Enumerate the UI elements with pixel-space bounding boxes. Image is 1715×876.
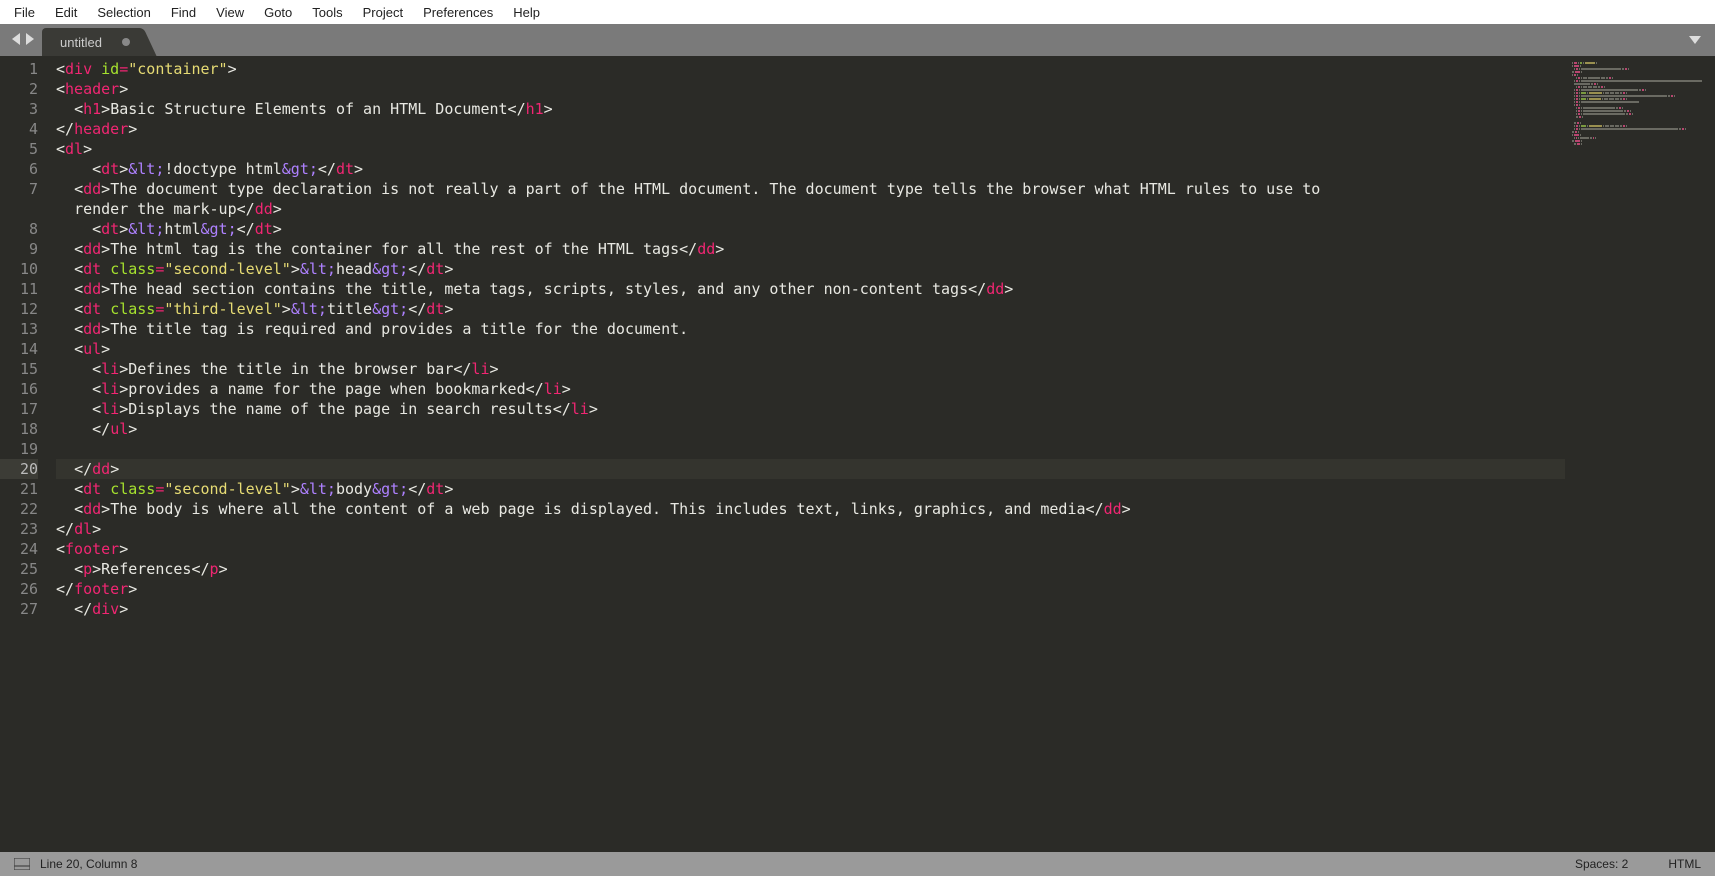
code-line[interactable]: </dd> (56, 459, 1565, 479)
line-number: 9 (0, 239, 38, 259)
code-line[interactable]: <dd>The title tag is required and provid… (56, 319, 1565, 339)
minimap-content (1571, 62, 1709, 146)
menu-project[interactable]: Project (353, 2, 413, 23)
code-line[interactable]: </dl> (56, 519, 1565, 539)
menu-help[interactable]: Help (503, 2, 550, 23)
line-number: 2 (0, 79, 38, 99)
code-line[interactable]: <header> (56, 79, 1565, 99)
code-line[interactable]: </header> (56, 119, 1565, 139)
tab-next-icon[interactable] (24, 33, 34, 48)
line-number: 18 (0, 419, 38, 439)
code-line[interactable]: </ul> (56, 419, 1565, 439)
line-number: 7 (0, 179, 38, 199)
menu-view[interactable]: View (206, 2, 254, 23)
code-line[interactable]: <li>provides a name for the page when bo… (56, 379, 1565, 399)
line-number: 23 (0, 519, 38, 539)
code-line[interactable] (56, 439, 1565, 459)
menu-goto[interactable]: Goto (254, 2, 302, 23)
minimap[interactable] (1565, 56, 1715, 852)
code-line[interactable]: <dt class="third-level">&lt;title&gt;</d… (56, 299, 1565, 319)
tab-title: untitled (60, 35, 102, 50)
line-number: 12 (0, 299, 38, 319)
code-line[interactable]: <dd>The head section contains the title,… (56, 279, 1565, 299)
code-line[interactable]: <dt>&lt;html&gt;</dt> (56, 219, 1565, 239)
code-line[interactable]: </div> (56, 599, 1565, 619)
code-line[interactable]: <dt>&lt;!doctype html&gt;</dt> (56, 159, 1565, 179)
line-number: 17 (0, 399, 38, 419)
line-number: 25 (0, 559, 38, 579)
line-number: 11 (0, 279, 38, 299)
tab-strip: untitled (0, 24, 1715, 56)
statusbar-panel-icon[interactable] (14, 858, 30, 870)
code-line[interactable]: render the mark-up</dd> (56, 199, 1565, 219)
menu-edit[interactable]: Edit (45, 2, 87, 23)
statusbar-syntax[interactable]: HTML (1668, 857, 1701, 871)
line-number: 19 (0, 439, 38, 459)
line-number: 3 (0, 99, 38, 119)
tab-dirty-indicator-icon (122, 38, 130, 46)
line-number: 10 (0, 259, 38, 279)
line-number: 5 (0, 139, 38, 159)
statusbar: Line 20, Column 8 Spaces: 2 HTML (0, 852, 1715, 876)
menu-preferences[interactable]: Preferences (413, 2, 503, 23)
code-line[interactable]: <p>References</p> (56, 559, 1565, 579)
code-line[interactable]: <dt class="second-level">&lt;body&gt;</d… (56, 479, 1565, 499)
line-number: 8 (0, 219, 38, 239)
code-line[interactable]: <dd>The document type declaration is not… (56, 179, 1565, 199)
code-line[interactable]: <div id="container"> (56, 59, 1565, 79)
line-number: 26 (0, 579, 38, 599)
menu-selection[interactable]: Selection (87, 2, 160, 23)
code-line[interactable]: <li>Displays the name of the page in sea… (56, 399, 1565, 419)
line-number: 22 (0, 499, 38, 519)
code-line[interactable]: <dl> (56, 139, 1565, 159)
line-number: 1 (0, 59, 38, 79)
menu-find[interactable]: Find (161, 2, 206, 23)
editor: 1234567891011121314151617181920212223242… (0, 56, 1715, 852)
menu-file[interactable]: File (4, 2, 45, 23)
tab-nav-arrows (0, 24, 42, 56)
code-area[interactable]: <div id="container"><header> <h1>Basic S… (48, 56, 1565, 852)
code-line[interactable]: <footer> (56, 539, 1565, 559)
code-line[interactable]: <h1>Basic Structure Elements of an HTML … (56, 99, 1565, 119)
line-number (0, 199, 38, 219)
line-number: 16 (0, 379, 38, 399)
line-number: 20 (0, 459, 38, 479)
line-number: 21 (0, 479, 38, 499)
code-line[interactable]: <dd>The html tag is the container for al… (56, 239, 1565, 259)
line-number: 27 (0, 599, 38, 619)
menu-tools[interactable]: Tools (302, 2, 352, 23)
tab-prev-icon[interactable] (12, 33, 22, 48)
code-line[interactable]: </footer> (56, 579, 1565, 599)
line-number: 6 (0, 159, 38, 179)
code-line[interactable]: <li>Defines the title in the browser bar… (56, 359, 1565, 379)
line-number: 15 (0, 359, 38, 379)
code-line[interactable]: <dd>The body is where all the content of… (56, 499, 1565, 519)
line-number: 4 (0, 119, 38, 139)
line-number-gutter: 1234567891011121314151617181920212223242… (0, 56, 48, 852)
line-number: 24 (0, 539, 38, 559)
statusbar-indent[interactable]: Spaces: 2 (1575, 857, 1628, 871)
line-number: 14 (0, 339, 38, 359)
tab-untitled[interactable]: untitled (42, 28, 140, 56)
line-number: 13 (0, 319, 38, 339)
menubar: FileEditSelectionFindViewGotoToolsProjec… (0, 0, 1715, 24)
statusbar-position[interactable]: Line 20, Column 8 (40, 857, 137, 871)
code-line[interactable]: <dt class="second-level">&lt;head&gt;</d… (56, 259, 1565, 279)
code-line[interactable]: <ul> (56, 339, 1565, 359)
tab-overflow-button[interactable] (1689, 24, 1715, 56)
